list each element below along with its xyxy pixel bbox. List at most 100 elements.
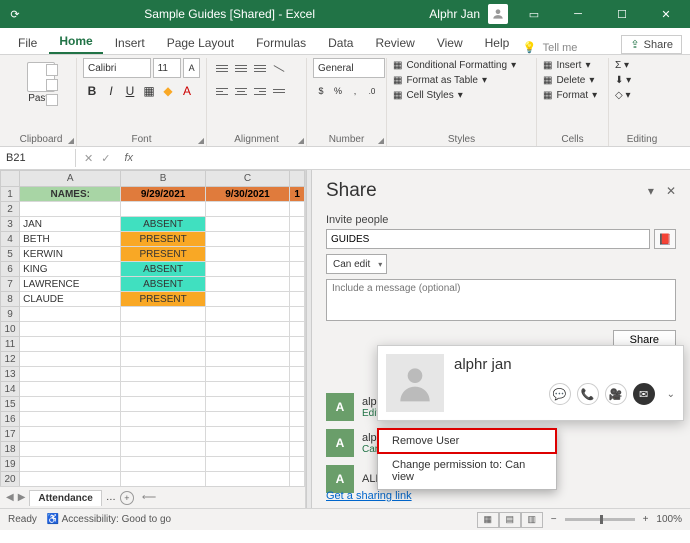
normal-view-button[interactable]: ▦ <box>477 512 499 528</box>
increase-font-icon[interactable]: A <box>183 58 200 78</box>
sheet-tabs: ◀ ▶ Attendance … + ⟵ <box>0 486 305 508</box>
align-left-button[interactable] <box>213 81 231 101</box>
tab-page-layout[interactable]: Page Layout <box>157 32 244 54</box>
tab-formulas[interactable]: Formulas <box>246 32 316 54</box>
align-bottom-button[interactable] <box>251 58 269 78</box>
cut-icon[interactable] <box>46 64 58 76</box>
italic-button[interactable]: I <box>102 81 120 101</box>
tab-file[interactable]: File <box>8 32 47 54</box>
tab-home[interactable]: Home <box>49 30 102 54</box>
chat-icon[interactable]: 💬 <box>549 383 571 405</box>
video-icon[interactable]: 🎥 <box>605 383 627 405</box>
currency-button[interactable]: $ <box>313 81 329 101</box>
tab-more-icon[interactable]: … <box>106 492 116 503</box>
address-book-button[interactable]: 📕 <box>654 229 676 249</box>
autosave-icon[interactable]: ⟳ <box>0 8 30 21</box>
cell-styles-button[interactable]: ▦Cell Styles ▾ <box>393 88 530 103</box>
font-name-select[interactable]: Calibri <box>83 58 151 78</box>
tab-scroll-icon[interactable]: ⟵ <box>142 492 156 503</box>
new-sheet-button[interactable]: + <box>120 491 134 505</box>
col-header[interactable] <box>290 171 305 187</box>
format-as-table-button[interactable]: ▦Format as Table ▾ <box>393 73 530 88</box>
page-layout-view-button[interactable]: ▤ <box>499 512 521 528</box>
tell-me-icon[interactable]: 💡 <box>523 41 537 54</box>
tab-insert[interactable]: Insert <box>105 32 155 54</box>
accessibility-status[interactable]: ♿ Accessibility: Good to go <box>47 514 171 525</box>
align-middle-button[interactable] <box>232 58 250 78</box>
name-box[interactable]: B21 <box>0 149 76 167</box>
maximize-button[interactable]: ☐ <box>604 0 640 28</box>
percent-button[interactable]: % <box>330 81 346 101</box>
phone-icon[interactable]: 📞 <box>577 383 599 405</box>
tab-nav-next[interactable]: ▶ <box>18 492 26 503</box>
number-format-select[interactable]: General <box>313 58 385 78</box>
border-button[interactable]: ▦ <box>140 81 158 101</box>
share-pane-close-icon[interactable]: ✕ <box>666 184 676 198</box>
message-input[interactable] <box>326 279 676 321</box>
get-sharing-link[interactable]: Get a sharing link <box>326 490 412 502</box>
format-cells-button[interactable]: ▦ Format ▾ <box>543 88 602 103</box>
comma-button[interactable]: , <box>347 81 363 101</box>
person-avatar-icon: A <box>326 393 354 421</box>
change-permission-item[interactable]: Change permission to: Can view <box>378 453 556 489</box>
font-size-select[interactable]: 11 <box>153 58 182 78</box>
page-break-view-button[interactable]: ▥ <box>521 512 543 528</box>
statusbar: Ready ♿ Accessibility: Good to go ▦ ▤ ▥ … <box>0 508 690 530</box>
col-header[interactable]: B <box>121 171 205 187</box>
formula-bar: B21 ✕ ✓ fx <box>0 147 690 170</box>
autosum-button[interactable]: Σ ▾ <box>615 58 669 73</box>
share-pane-options-icon[interactable]: ▾ <box>648 184 654 198</box>
tab-help[interactable]: Help <box>475 32 520 54</box>
remove-user-item[interactable]: Remove User <box>378 429 556 453</box>
font-color-button[interactable]: A <box>178 81 196 101</box>
permission-select[interactable]: Can edit <box>326 254 387 274</box>
table-icon: ▦ <box>393 75 402 86</box>
bold-button[interactable]: B <box>83 81 101 101</box>
indent-button[interactable] <box>270 81 288 101</box>
grid[interactable]: A B C 1NAMES:9/29/20219/30/20211 2 3JANA… <box>0 170 305 486</box>
tab-review[interactable]: Review <box>365 32 424 54</box>
zoom-level[interactable]: 100% <box>656 514 682 525</box>
contact-expand-icon[interactable]: ⌄ <box>667 389 675 400</box>
increase-decimal-button[interactable]: .0 <box>364 81 380 101</box>
conditional-formatting-button[interactable]: ▦Conditional Formatting ▾ <box>393 58 530 73</box>
share-button[interactable]: ⇪Share <box>621 35 682 54</box>
zoom-slider[interactable] <box>565 518 635 521</box>
titlebar: ⟳ Sample Guides [Shared] - Excel Alphr J… <box>0 0 690 28</box>
zoom-in-button[interactable]: + <box>643 514 649 525</box>
group-editing: Σ ▾ ⬇ ▾ ◇ ▾ Editing <box>609 58 675 146</box>
fx-icon[interactable]: fx <box>118 152 139 164</box>
col-header[interactable]: A <box>20 171 121 187</box>
fill-color-button[interactable]: ◆ <box>159 81 177 101</box>
close-button[interactable]: ✕ <box>648 0 684 28</box>
account-avatar-icon[interactable] <box>488 4 508 24</box>
align-center-button[interactable] <box>232 81 250 101</box>
tab-view[interactable]: View <box>427 32 473 54</box>
tab-data[interactable]: Data <box>318 32 363 54</box>
select-all-corner[interactable] <box>1 171 20 187</box>
tell-me-input[interactable]: Tell me <box>543 42 578 54</box>
sheet-tab-active[interactable]: Attendance <box>29 490 101 506</box>
underline-button[interactable]: U <box>121 81 139 101</box>
delete-cells-button[interactable]: ▦ Delete ▾ <box>543 73 602 88</box>
group-font: Calibri 11 A B I U ▦ ◆ A Font◢ <box>77 58 207 146</box>
tab-nav-prev[interactable]: ◀ <box>6 492 14 503</box>
cancel-formula-icon[interactable]: ✕ <box>84 152 93 165</box>
clear-button[interactable]: ◇ ▾ <box>615 88 669 103</box>
format-painter-icon[interactable] <box>46 94 58 106</box>
insert-cells-button[interactable]: ▦ Insert ▾ <box>543 58 602 73</box>
col-header[interactable]: C <box>205 171 289 187</box>
account-name[interactable]: Alphr Jan <box>429 7 480 21</box>
orientation-button[interactable] <box>270 58 288 78</box>
zoom-out-button[interactable]: − <box>551 514 557 525</box>
cell-styles-icon: ▦ <box>393 90 402 101</box>
email-icon[interactable]: ✉ <box>633 383 655 405</box>
align-top-button[interactable] <box>213 58 231 78</box>
fill-button[interactable]: ⬇ ▾ <box>615 73 669 88</box>
align-right-button[interactable] <box>251 81 269 101</box>
ribbon-display-icon[interactable]: ▭ <box>516 0 552 28</box>
copy-icon[interactable] <box>46 79 58 91</box>
minimize-button[interactable]: ─ <box>560 0 596 28</box>
invite-input[interactable] <box>326 229 650 249</box>
enter-formula-icon[interactable]: ✓ <box>101 152 110 165</box>
